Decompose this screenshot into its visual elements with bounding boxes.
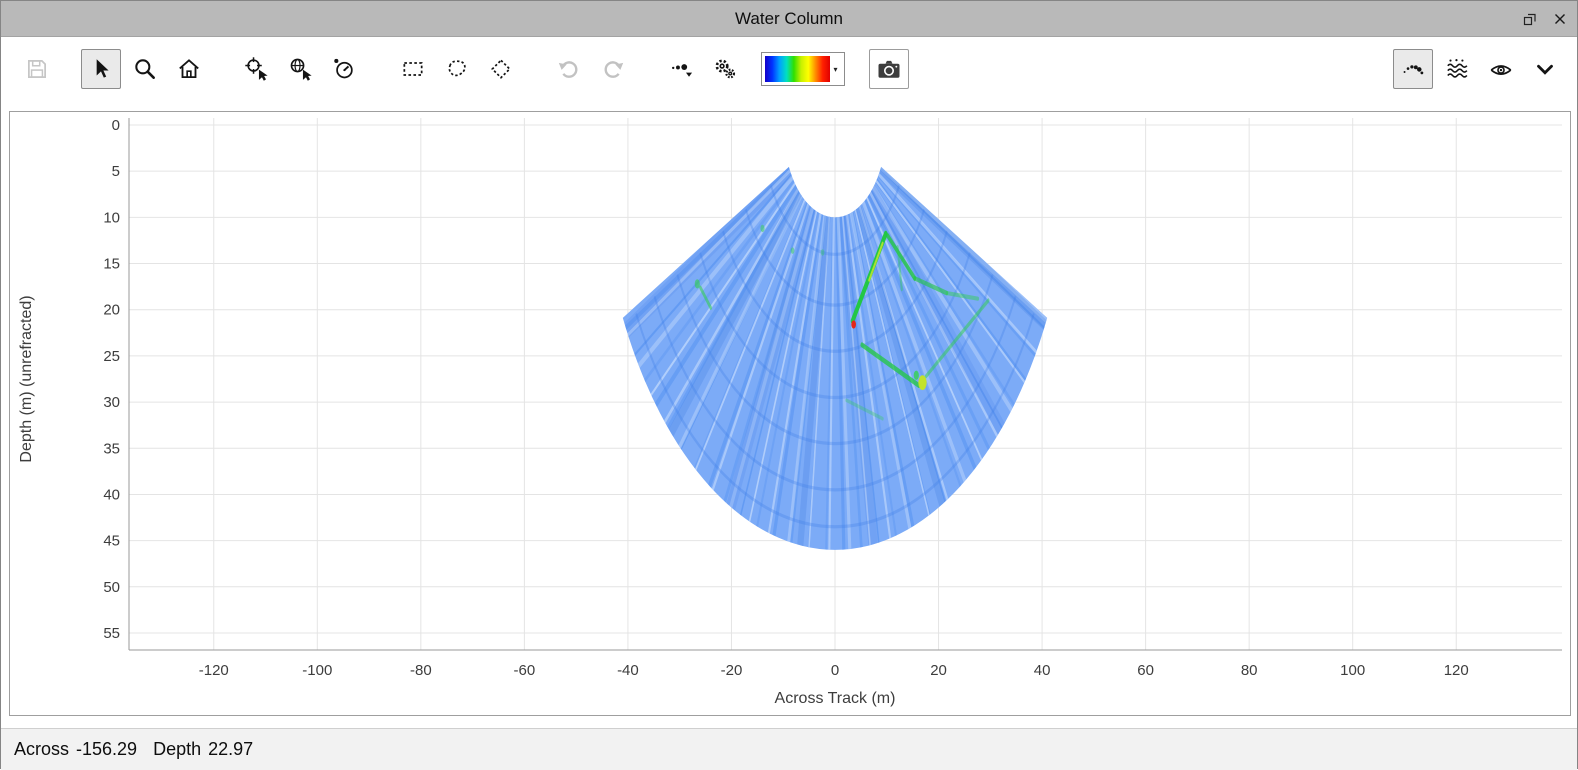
close-button[interactable] — [1551, 10, 1569, 28]
status-across-label: Across — [14, 739, 69, 760]
camera-icon — [875, 55, 903, 83]
snapshot-button[interactable] — [869, 49, 909, 89]
swath-points-icon — [1400, 56, 1426, 82]
y-tick-label: 40 — [103, 486, 120, 503]
water-column-plot[interactable]: -120 -100 -80 -60 -40 -20 0 20 40 60 80 100 120 0 5 10 1… — [10, 112, 1570, 715]
zoom-icon — [132, 56, 158, 82]
y-tick-label: 30 — [103, 394, 120, 411]
pointer-icon — [88, 56, 114, 82]
zoom-button[interactable] — [125, 49, 165, 89]
swath-eye-icon — [1488, 56, 1514, 82]
colormap-gradient — [765, 56, 830, 82]
y-tick-label: 55 — [103, 625, 120, 642]
float-window-button[interactable] — [1521, 10, 1539, 28]
compass-select-icon — [332, 56, 358, 82]
y-tick-label: 0 — [112, 117, 120, 134]
toolbar: ▾ — [1, 37, 1577, 101]
x-tick-label: 100 — [1340, 662, 1365, 679]
titlebar-controls — [1521, 1, 1569, 36]
titlebar: Water Column — [1, 1, 1577, 37]
water-column-fan — [621, 155, 1051, 559]
undo-button[interactable] — [549, 49, 589, 89]
y-tick-label: 45 — [103, 533, 120, 550]
x-tick-label: 60 — [1137, 662, 1154, 679]
undo-icon — [556, 56, 582, 82]
diamond-select-icon — [488, 56, 514, 82]
home-icon — [176, 56, 202, 82]
rectangle-select-button[interactable] — [393, 49, 433, 89]
chevron-down-icon — [1532, 56, 1558, 82]
rectangle-select-icon — [400, 56, 426, 82]
statusbar: Across -156.29 Depth 22.97 — [1, 728, 1577, 770]
x-tick-label: -100 — [302, 662, 332, 679]
settings-button[interactable] — [705, 49, 745, 89]
lasso-select-button[interactable] — [437, 49, 477, 89]
x-tick-label: 0 — [831, 662, 839, 679]
pick-point-button[interactable] — [237, 49, 277, 89]
x-tick-label: 20 — [930, 662, 947, 679]
swath-points-view-button[interactable] — [1393, 49, 1433, 89]
lasso-select-icon — [444, 56, 470, 82]
y-tick-label: 5 — [112, 163, 120, 180]
x-tick-label: -40 — [617, 662, 639, 679]
diamond-select-button[interactable] — [481, 49, 521, 89]
points-display-icon — [668, 56, 694, 82]
x-tick-label: -60 — [514, 662, 536, 679]
y-tick-label: 20 — [103, 302, 120, 319]
pointer-button[interactable] — [81, 49, 121, 89]
x-tick-label: 120 — [1444, 662, 1469, 679]
pick-geo-icon — [288, 56, 314, 82]
plot-panel: -120 -100 -80 -60 -40 -20 0 20 40 60 80 100 120 0 5 10 1… — [9, 111, 1571, 716]
water-column-window: { "window": { "title": "Water Column" },… — [0, 0, 1578, 769]
y-tick-label: 35 — [103, 440, 120, 457]
window-title: Water Column — [735, 9, 843, 29]
y-tick-label: 25 — [103, 348, 120, 365]
points-display-menu-button[interactable] — [661, 49, 701, 89]
x-tick-label: -120 — [199, 662, 229, 679]
swath-wave-icon — [1444, 56, 1470, 82]
x-tick-label: -20 — [721, 662, 743, 679]
x-tick-label: -80 — [410, 662, 432, 679]
save-icon — [24, 56, 50, 82]
redo-button[interactable] — [593, 49, 633, 89]
y-tick-label: 50 — [103, 579, 120, 596]
compass-select-button[interactable] — [325, 49, 365, 89]
swath-eye-view-button[interactable] — [1481, 49, 1521, 89]
home-button[interactable] — [169, 49, 209, 89]
save-button[interactable] — [17, 49, 57, 89]
redo-icon — [600, 56, 626, 82]
colormap-dropdown[interactable]: ▾ — [761, 52, 845, 86]
pick-point-icon — [244, 56, 270, 82]
x-tick-label: 40 — [1034, 662, 1051, 679]
y-tick-label: 15 — [103, 256, 120, 273]
settings-gears-icon — [712, 56, 738, 82]
status-depth-value: 22.97 — [208, 739, 253, 760]
status-depth-label: Depth — [153, 739, 201, 760]
colormap-dropdown-arrow-icon: ▾ — [830, 56, 841, 82]
y-axis-title: Depth (m) (unrefracted) — [18, 295, 35, 462]
y-tick-label: 10 — [103, 209, 120, 226]
x-tick-label: 80 — [1241, 662, 1258, 679]
x-axis-title: Across Track (m) — [775, 690, 896, 707]
pick-geo-button[interactable] — [281, 49, 321, 89]
float-window-icon — [1523, 12, 1537, 26]
expand-more-button[interactable] — [1525, 49, 1565, 89]
swath-wave-view-button[interactable] — [1437, 49, 1477, 89]
close-icon — [1553, 12, 1567, 26]
status-across-value: -156.29 — [76, 739, 137, 760]
